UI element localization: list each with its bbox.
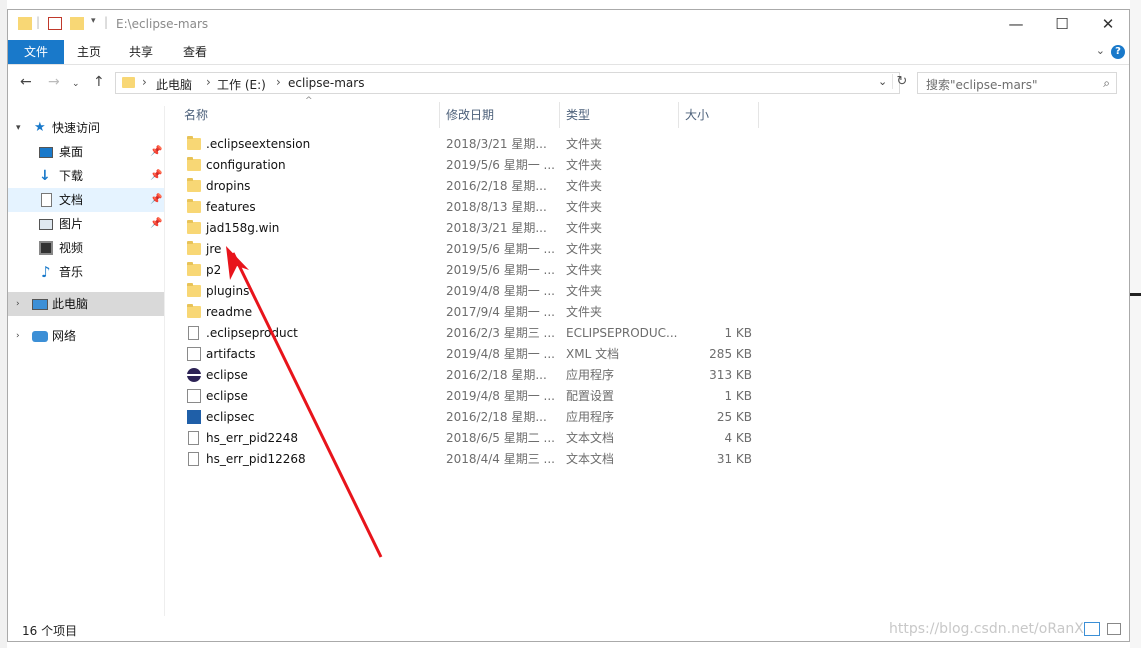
background-divider <box>1130 293 1141 296</box>
background-window-strip <box>0 0 1141 9</box>
background-window-left <box>0 0 7 648</box>
file-explorer-window: | ▾ | E:\eclipse-mars — ☐ ✕ 文件 主页 共享 查看 … <box>7 9 1130 642</box>
arrow-shaft <box>231 252 383 558</box>
arrow-head <box>226 246 249 280</box>
background-window-right <box>1130 0 1141 648</box>
annotation-arrow <box>226 246 383 558</box>
